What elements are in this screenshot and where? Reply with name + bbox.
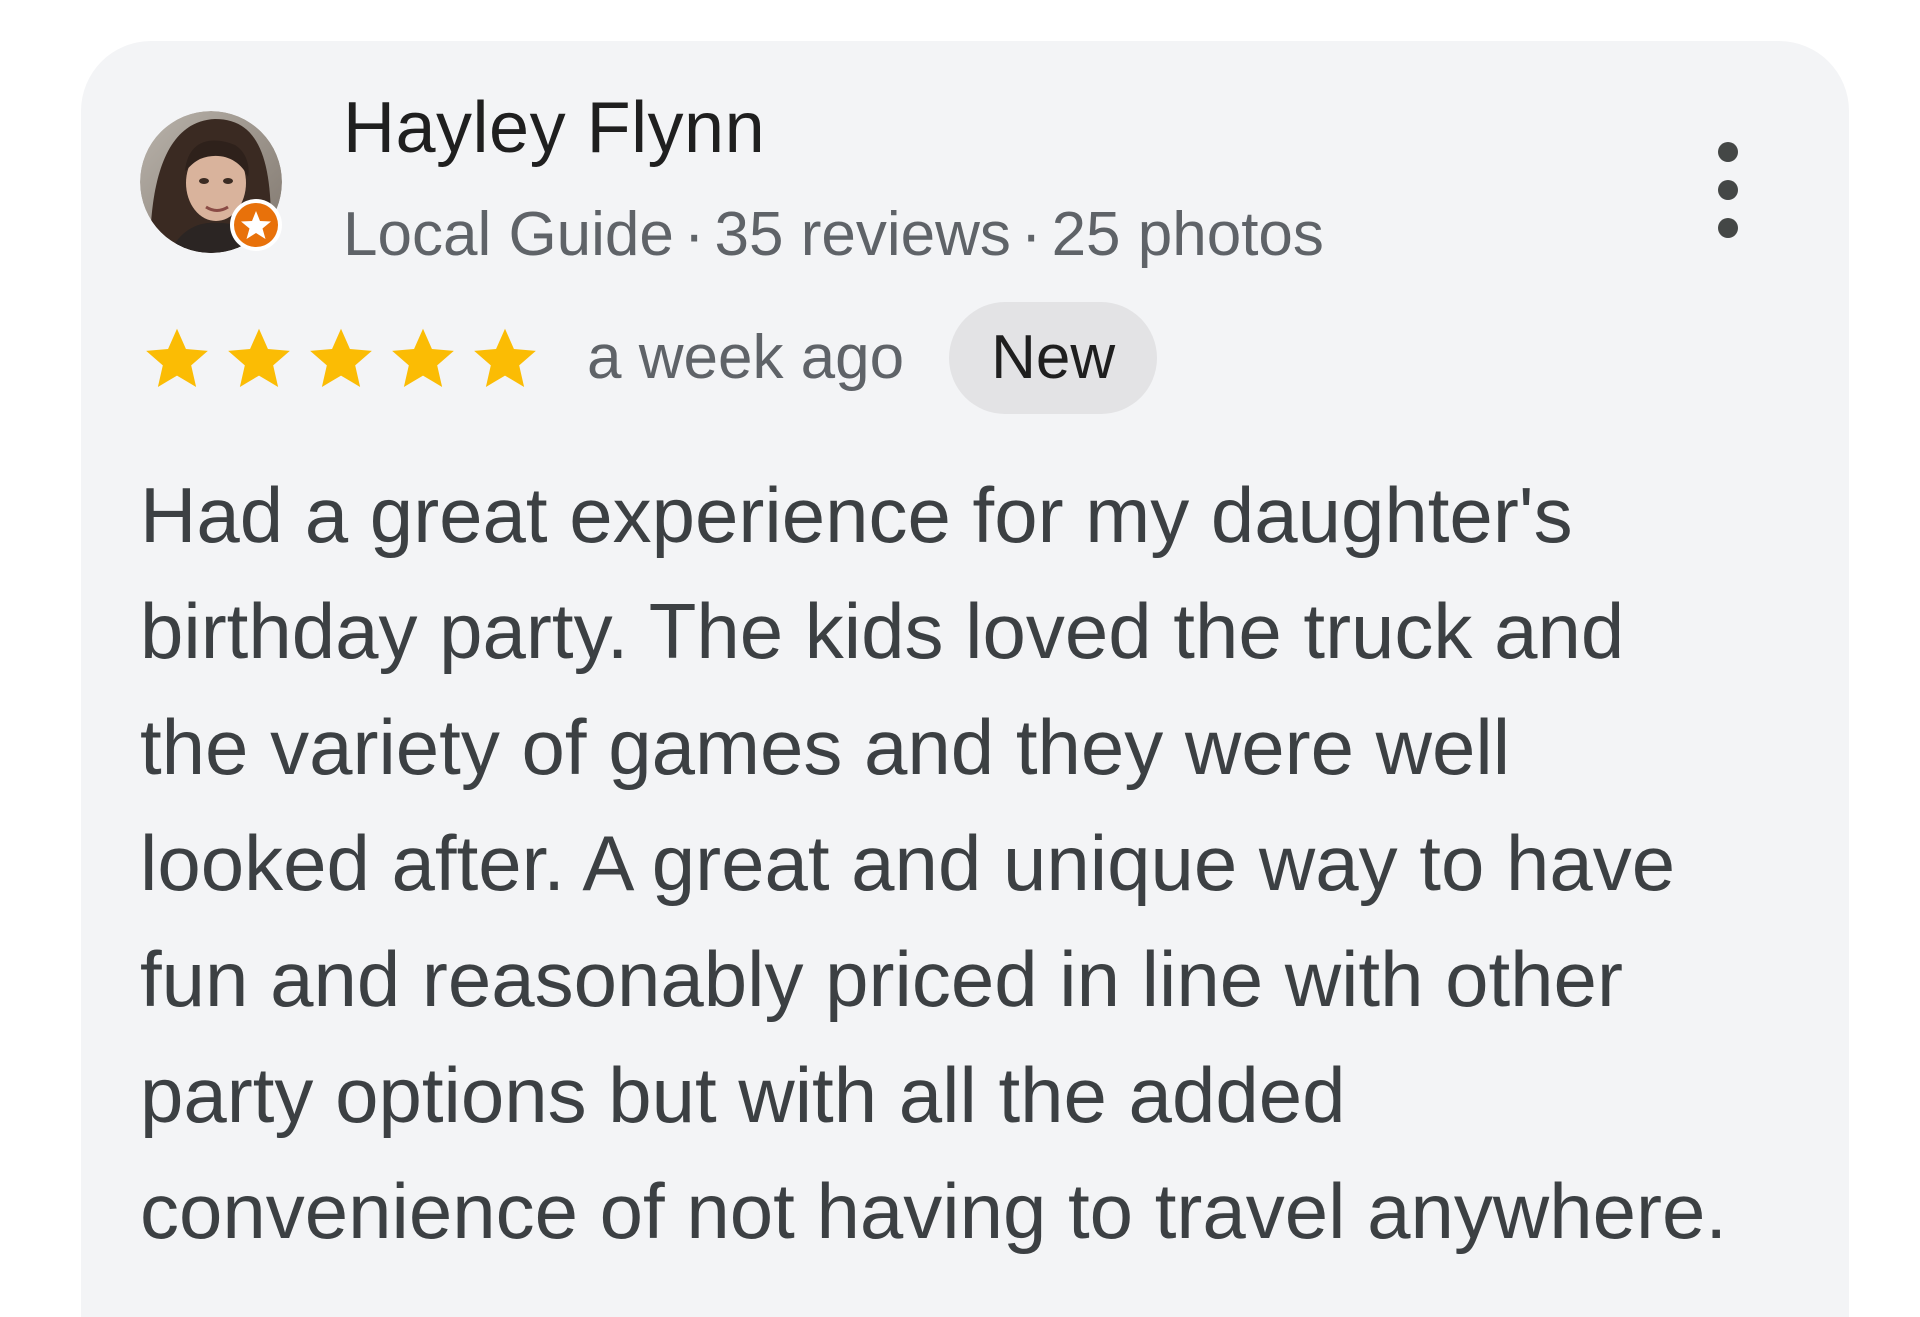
reviewer-name[interactable]: Hayley Flynn	[343, 92, 765, 164]
new-badge: New	[949, 302, 1158, 414]
avatar[interactable]	[140, 111, 282, 253]
separator-dot: ·	[1020, 200, 1042, 269]
more-dot	[1718, 142, 1738, 162]
star-rating	[140, 321, 542, 395]
star-icon	[474, 328, 536, 387]
rating-row: a week ago New	[140, 302, 1158, 414]
local-guide-star-icon	[234, 203, 278, 247]
review-text-line: convenience of not having to travel anyw…	[140, 1167, 1728, 1255]
review-text-line: fun and reasonably priced in line with o…	[140, 935, 1623, 1023]
review-text-line: birthday party. The kids loved the truck…	[140, 587, 1625, 675]
review-text-line: looked after. A great and unique way to …	[140, 819, 1676, 907]
review-text: Had a great experience for my daughter's…	[140, 457, 1820, 1269]
star-icon	[392, 328, 454, 387]
star-icon	[146, 328, 208, 387]
more-dot	[1718, 180, 1738, 200]
star-icon	[228, 328, 290, 387]
more-vert-icon[interactable]	[1708, 142, 1748, 238]
local-guide-label: Local Guide	[343, 200, 674, 269]
local-guide-badge	[230, 199, 282, 251]
review-timestamp: a week ago	[587, 323, 905, 392]
reviewer-meta: Local Guide · 35 reviews · 25 photos	[343, 204, 1324, 266]
separator-dot: ·	[683, 200, 705, 269]
reviews-count: 35 reviews	[714, 200, 1011, 269]
review-text-line: Had a great experience for my daughter's	[140, 471, 1573, 559]
review-text-line: party options but with all the added	[140, 1051, 1346, 1139]
photos-count: 25 photos	[1051, 200, 1324, 269]
more-dot	[1718, 218, 1738, 238]
star-icon	[310, 328, 372, 387]
review-text-line: the variety of games and they were well	[140, 703, 1511, 791]
